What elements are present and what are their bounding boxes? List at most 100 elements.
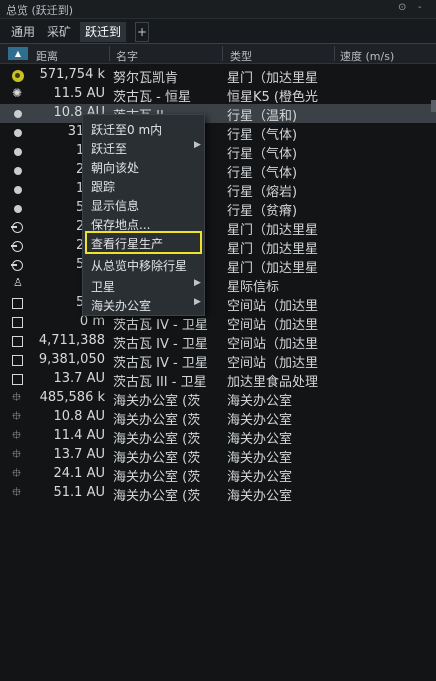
row-distance: 485,586 k — [39, 390, 105, 405]
row-distance: 571,754 k — [39, 67, 105, 82]
column-type[interactable]: 类型 — [230, 48, 252, 64]
row-type: 空间站（加达里 — [227, 356, 319, 371]
menu-item-approach[interactable]: 跟踪 — [91, 178, 115, 195]
menu-item-customs-office[interactable]: 海关办公室 ▶ — [91, 297, 201, 314]
column-distance[interactable]: 距离 — [36, 48, 58, 64]
row-name: 茨古瓦 IV - 卫星 — [113, 356, 208, 371]
table-row[interactable]: 571,754 k 努尔瓦凯肯 星门（加达里星 — [0, 66, 436, 86]
row-type: 行星（温和) — [227, 109, 298, 124]
row-type: 空间站（加达里 — [227, 337, 319, 352]
table-row[interactable]: 0 m 茨古瓦 IV - 卫星 空间站（加达里 — [0, 313, 436, 333]
table-row[interactable]: ⯐ 24.1 AU 海关办公室 (茨 海关办公室 — [0, 465, 436, 485]
table-row[interactable]: ⯐ 10.8 AU 海关办公室 (茨 海关办公室 — [0, 408, 436, 428]
row-name: 茨古瓦 - 恒星 — [113, 90, 191, 105]
table-row[interactable]: 13.7行星（气体) — [0, 142, 436, 162]
row-name: 海关办公室 (茨 — [113, 413, 201, 428]
table-row[interactable]: ⯐ 51.1 AU 海关办公室 (茨 海关办公室 — [0, 484, 436, 504]
sort-icon[interactable]: ▲ — [8, 47, 28, 60]
row-name: 海关办公室 (茨 — [113, 432, 201, 447]
row-type: 空间站（加达里 — [227, 299, 319, 314]
row-type: 海关办公室 — [227, 451, 293, 466]
row-type: 星门（加达里星 — [227, 223, 319, 238]
column-name[interactable]: 名字 — [116, 48, 138, 64]
row-distance: 13.7 AU — [53, 447, 106, 462]
row-type: 行星（气体) — [227, 166, 298, 181]
row-distance: 51.1 AU — [53, 485, 106, 500]
row-type: 星门（加达里星 — [227, 71, 319, 86]
context-menu: 跃迁至0 m内 跃迁至 ▶ 朝向该处 跟踪 显示信息 保存地点... 查看行星生产… — [82, 114, 205, 316]
row-distance: 10.8 AU — [53, 409, 106, 424]
window-titlebar: 总览 (跃迁到) ⊙ - — [0, 0, 436, 19]
row-name: 茨古瓦 IV - 卫星 — [113, 318, 208, 333]
table-row[interactable]: ✺ 11.5 AU 茨古瓦 - 恒星 恒星K5 (橙色光 — [0, 85, 436, 105]
row-name: 海关办公室 (茨 — [113, 451, 201, 466]
tab-warp-to[interactable]: 跃迁到 — [80, 22, 127, 42]
table-row[interactable]: 10.8 AU茨古瓦 II行星（温和) — [0, 104, 436, 124]
table-row[interactable]: 24.1星门（加达里星 — [0, 237, 436, 257]
menu-item-show-info[interactable]: 显示信息 — [91, 197, 139, 214]
table-row[interactable]: 4,711,388 茨古瓦 IV - 卫星 空间站（加达里 — [0, 332, 436, 352]
row-distance: 0 m — [79, 314, 105, 329]
row-name: 茨古瓦 IV - 卫星 — [113, 337, 208, 352]
row-name: 茨古瓦 III - 卫星 — [113, 375, 207, 390]
row-type: 行星（贫瘠) — [227, 204, 298, 219]
column-divider[interactable] — [109, 46, 110, 61]
menu-item-warp-to-0m[interactable]: 跃迁至0 m内 — [91, 121, 162, 138]
table-row[interactable]: 24.1行星（气体) — [0, 161, 436, 181]
column-header: ▲ 距离 名字 类型 速度 (m/s) — [0, 44, 436, 64]
table-row[interactable]: 51.1空间站（加达里 — [0, 294, 436, 314]
tab-mining[interactable]: 采矿 — [42, 22, 76, 42]
overview-tabs: 通用 采矿 跃迁到 + — [0, 19, 436, 44]
table-row[interactable]: 50.2星门（加达里星 — [0, 256, 436, 276]
row-distance: 9,381,050 — [38, 352, 105, 367]
submenu-arrow-icon: ▶ — [194, 297, 201, 307]
menu-item-warp-to[interactable]: 跃迁至 ▶ — [91, 140, 201, 157]
row-type: 行星（气体) — [227, 147, 298, 162]
minimize-icon[interactable]: - — [418, 2, 422, 13]
table-row[interactable]: 51.1行星（贫瘠) — [0, 199, 436, 219]
pin-icon[interactable]: ⊙ — [398, 2, 406, 13]
row-type: 加达里食品处理 — [227, 375, 319, 390]
table-row[interactable]: ⯐ 485,586 k 海关办公室 (茨 海关办公室 — [0, 389, 436, 409]
menu-item-view-planet-production[interactable]: 查看行星生产 — [91, 235, 163, 252]
row-name: 努尔瓦凯肯 — [113, 71, 179, 86]
row-type: 星门（加达里星 — [227, 261, 319, 276]
overview-list: 571,754 k 努尔瓦凯肯 星门（加达里星 ✺ 11.5 AU 茨古瓦 - 恒星 恒星… — [0, 66, 436, 504]
table-row[interactable]: ♙0.5星际信标 — [0, 275, 436, 295]
menu-item-remove-planet-from-overview[interactable]: 从总览中移除行星 — [91, 257, 187, 274]
tab-general[interactable]: 通用 — [6, 22, 40, 42]
submenu-arrow-icon: ▶ — [194, 278, 201, 288]
submenu-arrow-icon: ▶ — [194, 140, 201, 150]
row-type: 行星（熔岩) — [227, 185, 298, 200]
table-row[interactable]: 11.4行星（熔岩) — [0, 180, 436, 200]
row-type: 海关办公室 — [227, 432, 293, 447]
row-distance: 11.5 AU — [53, 86, 106, 101]
column-divider[interactable] — [222, 46, 223, 61]
add-tab-button[interactable]: + — [135, 22, 149, 42]
table-row[interactable]: 312,0行星（气体) — [0, 123, 436, 143]
menu-item-moons[interactable]: 卫星 ▶ — [91, 278, 201, 295]
column-divider[interactable] — [334, 46, 335, 61]
scrollbar-thumb[interactable] — [431, 100, 436, 112]
row-type: 星际信标 — [227, 280, 280, 295]
row-type: 海关办公室 — [227, 470, 293, 485]
row-type: 海关办公室 — [227, 394, 293, 409]
table-row[interactable]: ⯐ 13.7 AU 海关办公室 (茨 海关办公室 — [0, 446, 436, 466]
table-row[interactable]: ⯐ 11.4 AU 海关办公室 (茨 海关办公室 — [0, 427, 436, 447]
column-velocity[interactable]: 速度 (m/s) — [340, 48, 394, 64]
menu-item-align-to[interactable]: 朝向该处 — [91, 159, 139, 176]
row-type: 空间站（加达里 — [227, 318, 319, 333]
row-name: 海关办公室 (茨 — [113, 489, 201, 504]
row-distance: 24.1 AU — [53, 466, 106, 481]
row-name: 海关办公室 (茨 — [113, 394, 201, 409]
window-title: 总览 (跃迁到) — [6, 4, 74, 17]
row-name: 海关办公室 (茨 — [113, 470, 201, 485]
row-distance: 4,711,388 — [38, 333, 105, 348]
table-row[interactable]: 9,381,050 茨古瓦 IV - 卫星 空间站（加达里 — [0, 351, 436, 371]
row-distance: 11.4 AU — [53, 428, 106, 443]
table-row[interactable]: 24.1星门（加达里星 — [0, 218, 436, 238]
row-type: 行星（气体) — [227, 128, 298, 143]
table-row[interactable]: 13.7 AU 茨古瓦 III - 卫星 加达里食品处理 — [0, 370, 436, 390]
row-type: 恒星K5 (橙色光 — [227, 90, 319, 105]
row-type: 海关办公室 — [227, 489, 293, 504]
